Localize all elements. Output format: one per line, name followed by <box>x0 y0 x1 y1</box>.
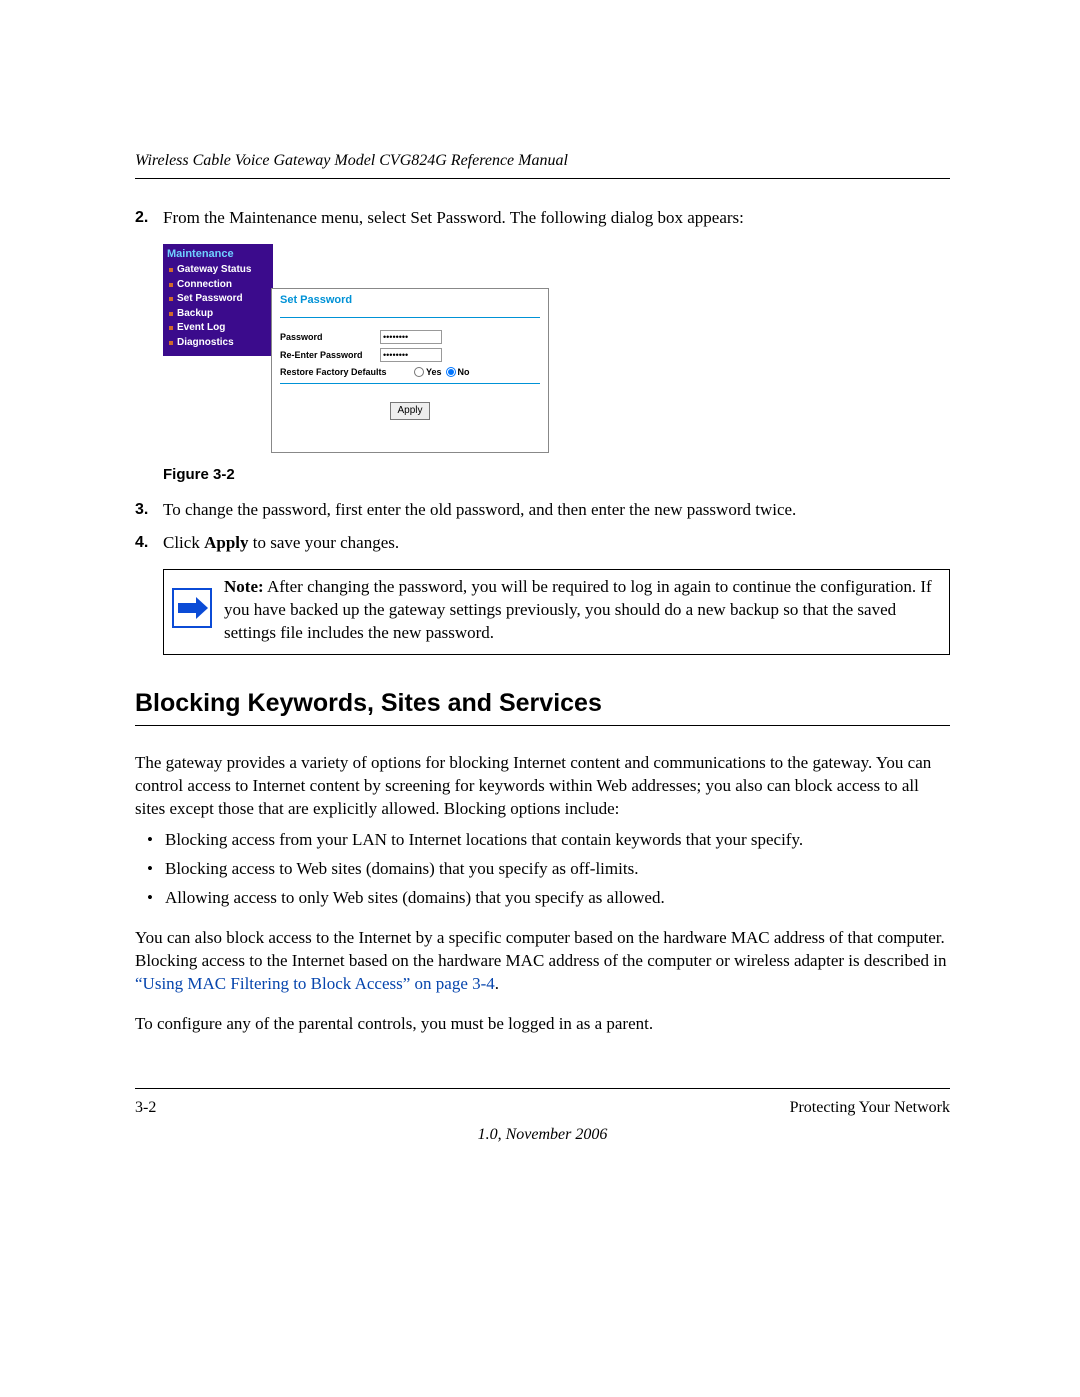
note-body: After changing the password, you will be… <box>224 577 932 642</box>
password-label: Password <box>280 331 380 343</box>
note-box: Note: After changing the password, you w… <box>163 569 950 656</box>
nav-item-set-password[interactable]: Set Password <box>167 292 269 307</box>
step-list: 2. From the Maintenance menu, select Set… <box>135 207 950 230</box>
figure-caption: Figure 3-2 <box>163 465 950 485</box>
apply-button[interactable]: Apply <box>390 402 429 420</box>
note-text: Note: After changing the password, you w… <box>224 576 939 645</box>
page: Wireless Cable Voice Gateway Model CVG82… <box>0 0 1080 1206</box>
blocking-options-list: Blocking access from your LAN to Interne… <box>135 829 950 910</box>
step-3: 3. To change the password, first enter t… <box>135 499 950 522</box>
mac-filtering-paragraph: You can also block access to the Interne… <box>135 927 950 996</box>
section-heading: Blocking Keywords, Sites and Services <box>135 687 950 726</box>
step-4-prefix: Click <box>163 533 204 552</box>
step-list-cont: 3. To change the password, first enter t… <box>135 499 950 555</box>
step-4: 4. Click Apply to save your changes. <box>135 532 950 555</box>
divider <box>280 383 540 384</box>
figure-3-2: Maintenance Gateway Status Connection Se… <box>163 244 950 453</box>
restore-row: Restore Factory Defaults Yes No <box>280 366 540 378</box>
step-4-suffix: to save your changes. <box>249 533 400 552</box>
page-footer: 3-2 Protecting Your Network <box>135 1088 950 1119</box>
screenshot: Maintenance Gateway Status Connection Se… <box>163 244 950 453</box>
step-2: 2. From the Maintenance menu, select Set… <box>135 207 950 230</box>
list-item: Allowing access to only Web sites (domai… <box>135 887 950 910</box>
divider <box>280 317 540 318</box>
nav-title: Maintenance <box>167 247 269 263</box>
mac-filtering-link[interactable]: “Using MAC Filtering to Block Access” on… <box>135 974 495 993</box>
password-row: Password <box>280 330 540 344</box>
list-item: Blocking access from your LAN to Interne… <box>135 829 950 852</box>
step-number: 3. <box>135 499 163 522</box>
p2-post: . <box>495 974 499 993</box>
step-text: From the Maintenance menu, select Set Pa… <box>163 207 950 230</box>
set-password-form: Set Password Password Re-Enter Password … <box>271 288 549 453</box>
step-text: To change the password, first enter the … <box>163 499 950 522</box>
nav-item-gateway-status[interactable]: Gateway Status <box>167 263 269 278</box>
section-intro: The gateway provides a variety of option… <box>135 752 950 821</box>
password-input[interactable] <box>380 330 442 344</box>
step-4-bold: Apply <box>204 533 248 552</box>
reenter-password-row: Re-Enter Password <box>280 348 540 362</box>
list-item: Blocking access to Web sites (domains) t… <box>135 858 950 881</box>
maintenance-nav: Maintenance Gateway Status Connection Se… <box>163 244 273 357</box>
footer-version: 1.0, November 2006 <box>135 1124 950 1146</box>
restore-defaults-label: Restore Factory Defaults <box>280 366 410 378</box>
nav-item-connection[interactable]: Connection <box>167 278 269 293</box>
restore-no-radio[interactable] <box>446 367 456 377</box>
nav-item-event-log[interactable]: Event Log <box>167 321 269 336</box>
step-number: 2. <box>135 207 163 230</box>
reenter-password-label: Re-Enter Password <box>280 349 380 361</box>
page-number: 3-2 <box>135 1097 156 1119</box>
step-number: 4. <box>135 532 163 555</box>
restore-yes-radio[interactable] <box>414 367 424 377</box>
parental-controls-note: To configure any of the parental control… <box>135 1013 950 1036</box>
footer-title: Protecting Your Network <box>790 1097 950 1119</box>
form-title: Set Password <box>280 293 540 316</box>
nav-item-diagnostics[interactable]: Diagnostics <box>167 336 269 351</box>
note-label: Note: <box>224 577 264 596</box>
arrow-note-icon <box>172 588 212 628</box>
p2-pre: You can also block access to the Interne… <box>135 928 946 970</box>
step-text: Click Apply to save your changes. <box>163 532 950 555</box>
restore-no-label: No <box>458 366 470 378</box>
running-header: Wireless Cable Voice Gateway Model CVG82… <box>135 150 950 179</box>
reenter-password-input[interactable] <box>380 348 442 362</box>
nav-item-backup[interactable]: Backup <box>167 307 269 322</box>
restore-yes-label: Yes <box>426 366 442 378</box>
